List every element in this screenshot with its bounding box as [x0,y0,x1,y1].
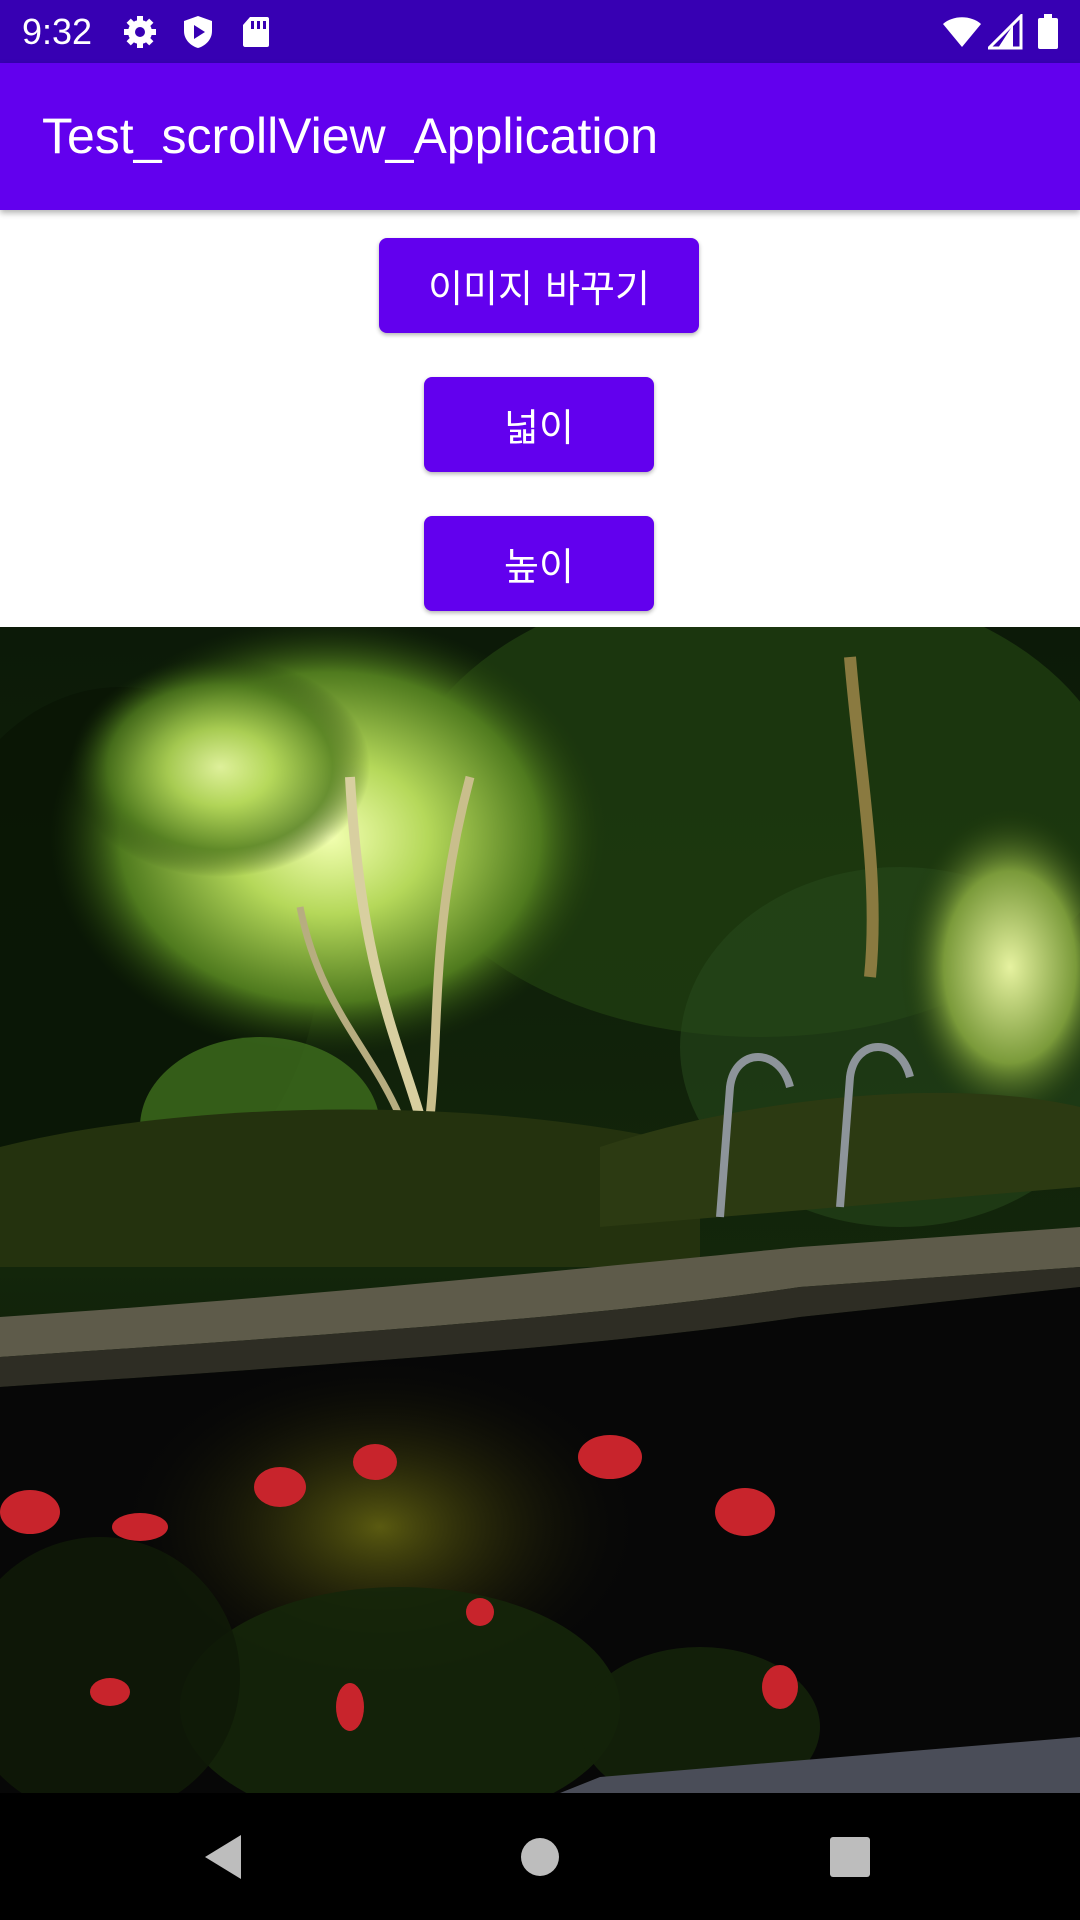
cell-signal-icon [985,12,1024,50]
recents-icon[interactable] [818,1825,882,1889]
garden-pool-image [0,627,1080,1793]
sd-card-icon [238,14,274,50]
status-bar: 9:32 [0,0,1080,63]
app-bar: Test_scrollView_Application [0,63,1080,210]
width-button[interactable]: 넓이 [424,377,654,472]
back-icon[interactable] [193,1825,257,1889]
change-image-button[interactable]: 이미지 바꾸기 [379,238,699,333]
height-button[interactable]: 높이 [424,516,654,611]
battery-icon [1036,14,1060,50]
play-protect-icon [180,14,216,50]
home-icon[interactable] [508,1825,572,1889]
navigation-bar [0,1793,1080,1920]
app-title: Test_scrollView_Application [42,108,659,164]
settings-icon [122,14,158,50]
status-time: 9:32 [22,11,93,52]
wifi-icon [942,14,982,50]
